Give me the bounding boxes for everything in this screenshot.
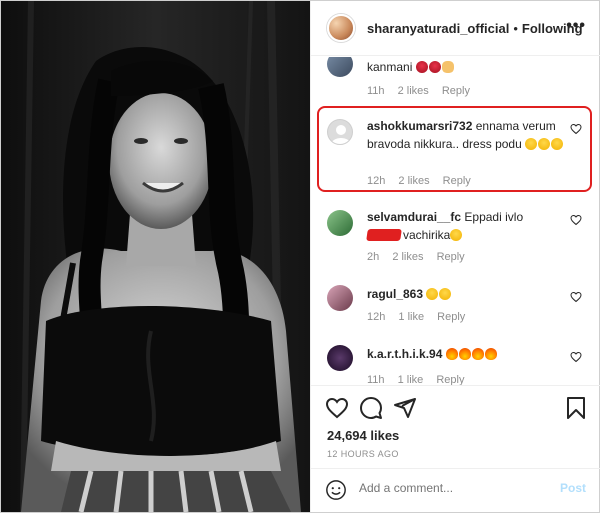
- comment-username[interactable]: ashokkumarsri732: [367, 119, 472, 133]
- comment-time: 11h: [367, 85, 385, 97]
- share-icon[interactable]: [393, 396, 417, 420]
- rose-emoji: [415, 61, 428, 73]
- author-username[interactable]: sharanyaturadi_official: [367, 21, 509, 36]
- redaction-mark: [366, 229, 402, 241]
- comment-likes[interactable]: 2 likes: [398, 175, 429, 187]
- comment-body: Eppadi ivlo: [464, 210, 524, 224]
- commenter-avatar[interactable]: [327, 345, 353, 371]
- like-comment-icon[interactable]: [570, 123, 582, 135]
- fire-emoji: [458, 348, 471, 360]
- comment-icon[interactable]: [359, 396, 383, 420]
- fire-emoji: [445, 348, 458, 360]
- post-photo[interactable]: [1, 1, 310, 512]
- reply-button[interactable]: Reply: [443, 175, 471, 187]
- comment-meta: 11h 2 likes Reply: [367, 85, 480, 97]
- comment-text: ragul_863: [367, 285, 567, 303]
- comment-time: 2h: [367, 251, 380, 263]
- post-header: sharanyaturadi_official • Following •••: [311, 1, 600, 56]
- add-comment-input[interactable]: [359, 481, 539, 495]
- commenter-avatar[interactable]: [327, 285, 353, 311]
- like-comment-icon[interactable]: [570, 214, 582, 226]
- like-comment-icon[interactable]: [570, 291, 582, 303]
- post-button[interactable]: Post: [560, 481, 586, 495]
- comment-time: 12h: [367, 175, 386, 187]
- heart-eyes-emoji: [426, 288, 439, 300]
- comment-body-2: vachirika: [403, 228, 451, 242]
- comment-meta: 12h 1 like Reply: [367, 311, 475, 323]
- comment-text: k.a.r.t.h.i.k.94: [367, 345, 567, 363]
- save-icon[interactable]: [564, 396, 588, 420]
- comment-likes[interactable]: 2 likes: [392, 251, 423, 263]
- rose-emoji: [428, 61, 441, 73]
- fire-emoji: [471, 348, 484, 360]
- comment-time: 12h: [367, 311, 386, 323]
- header-separator: •: [513, 20, 518, 36]
- comment-meta: 12h 2 likes Reply: [367, 175, 481, 187]
- author-avatar[interactable]: [327, 14, 355, 42]
- comment-time: 11h: [367, 374, 385, 385]
- reply-button[interactable]: Reply: [436, 374, 464, 385]
- add-comment-row: Post: [311, 468, 600, 511]
- reply-button[interactable]: Reply: [437, 251, 465, 263]
- likes-count[interactable]: 24,694 likes: [327, 428, 399, 443]
- comment-likes[interactable]: 1 like: [398, 311, 424, 323]
- comments-list[interactable]: kanmani 11h 2 likes Reply ashokkumarsri7…: [311, 57, 600, 385]
- post-actions: 24,694 likes 12 HOURS AGO Post: [311, 385, 600, 510]
- commenter-avatar[interactable]: [327, 210, 353, 236]
- heart-eyes-emoji: [439, 288, 452, 300]
- comment-username[interactable]: selvamdurai__fc: [367, 210, 461, 224]
- comment-body: kanmani: [367, 60, 413, 74]
- comment-username[interactable]: ragul_863: [367, 287, 423, 301]
- post-side-panel: sharanyaturadi_official • Following ••• …: [310, 1, 600, 512]
- post-photo-image: [1, 1, 310, 512]
- fire-emoji: [484, 348, 497, 360]
- comment-meta: 11h 1 like Reply: [367, 374, 474, 385]
- comment-username[interactable]: k.a.r.t.h.i.k.94: [367, 347, 442, 361]
- reply-button[interactable]: Reply: [437, 311, 465, 323]
- comment-meta: 2h 2 likes Reply: [367, 251, 475, 263]
- comment-likes[interactable]: 1 like: [398, 374, 424, 385]
- emoji-icon[interactable]: [325, 479, 347, 501]
- like-comment-icon[interactable]: [570, 351, 582, 363]
- comment-text: kanmani: [367, 58, 567, 76]
- comment-text: selvamdurai__fc Eppadi ivlo vachirika: [366, 208, 567, 244]
- post-timestamp: 12 HOURS AGO: [327, 449, 399, 459]
- heart-icon[interactable]: [325, 396, 349, 420]
- ok-hand-emoji: [441, 61, 454, 73]
- reply-button[interactable]: Reply: [442, 85, 470, 97]
- commenter-avatar[interactable]: [327, 57, 353, 77]
- comment-likes[interactable]: 2 likes: [398, 85, 429, 97]
- laughing-emoji: [551, 138, 564, 150]
- more-icon[interactable]: •••: [566, 18, 586, 34]
- laughing-emoji: [525, 138, 538, 150]
- comment-text: ashokkumarsri732 ennama verum bravoda ni…: [367, 117, 567, 153]
- laughing-emoji: [538, 138, 551, 150]
- commenter-avatar[interactable]: [327, 119, 353, 145]
- shocked-emoji: [450, 229, 463, 241]
